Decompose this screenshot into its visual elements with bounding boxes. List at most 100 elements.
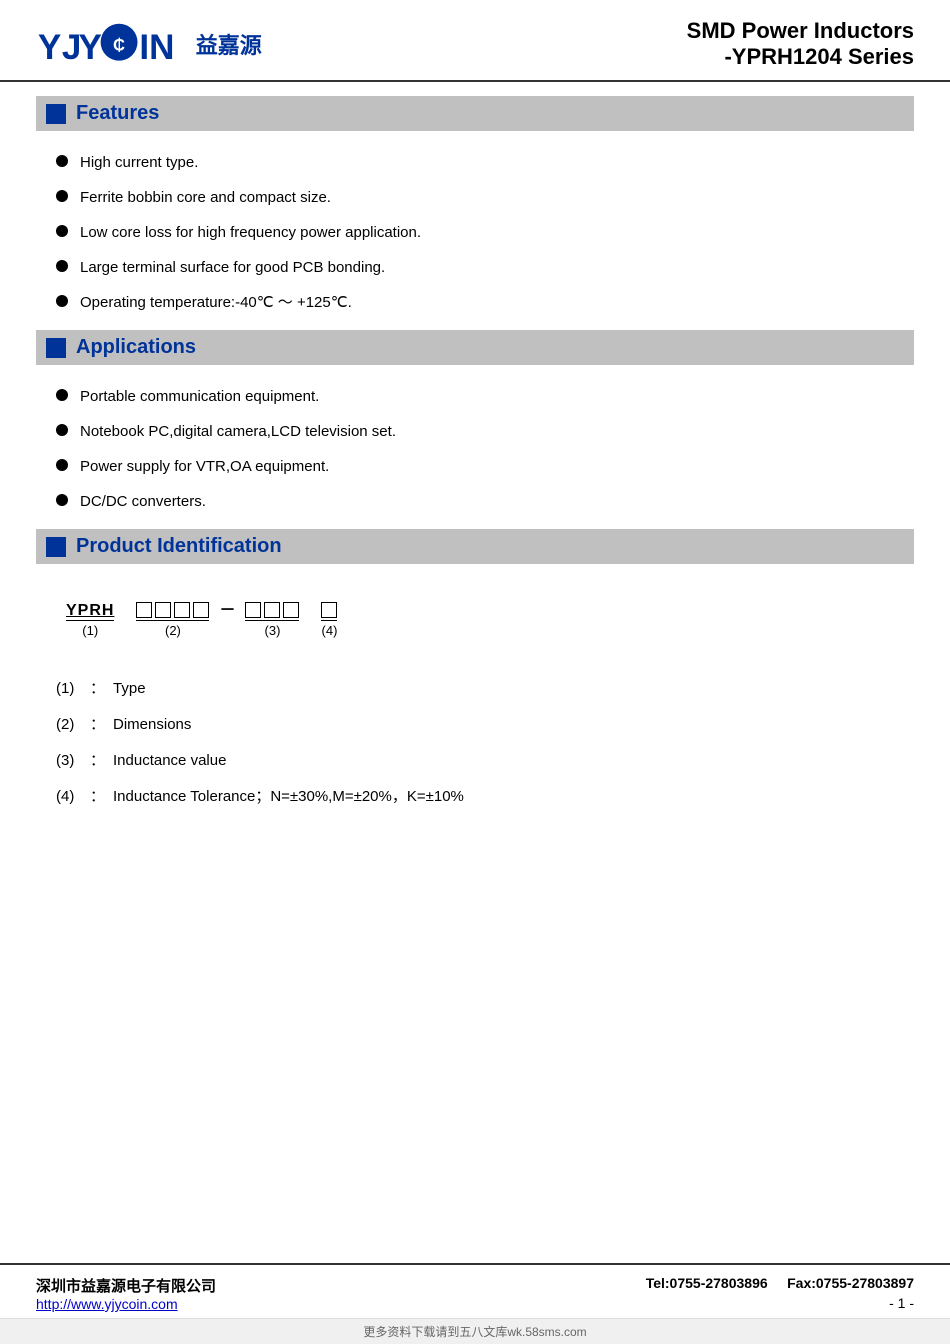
bullet-dot [56,295,68,307]
pid-detail-num-4: (4) [56,782,90,812]
svg-text:₵: ₵ [113,35,125,54]
footer-fax: Fax:0755-27803897 [787,1275,914,1291]
list-item: DC/DC converters. [36,484,914,519]
applications-item-2: Notebook PC,digital camera,LCD televisio… [80,421,396,442]
logo-cn: 益嘉源 [196,28,262,60]
pid-box [321,602,337,618]
pid-label-4: (4) [322,623,338,638]
pid-box [245,602,261,618]
bullet-dot [56,260,68,272]
header-title-sub: -YPRH1204 Series [687,44,914,70]
pid-segment-4: (4) [321,602,337,638]
product-id-section-icon [46,537,66,557]
watermark-bar: 更多资料下载请到五八文库wk.58sms.com [0,1318,950,1344]
applications-item-4: DC/DC converters. [80,491,206,512]
pid-detail-colon-3: ： [90,746,105,776]
pid-detail-row-1: (1) ： Type [56,674,894,704]
footer-company: 深圳市益嘉源电子有限公司 [36,1275,216,1296]
pid-detail-desc-4: Inductance Tolerance；N=±30%,M=±20%，K=±10… [113,782,464,812]
pid-detail-colon-4: ： [90,782,105,812]
footer: 深圳市益嘉源电子有限公司 http://www.yjycoin.com Tel:… [0,1263,950,1318]
applications-section-header: Applications [36,330,914,365]
features-item-5: Operating temperature:-40℃ ～ +125℃. [80,292,352,313]
features-item-1: High current type. [80,152,198,173]
header-title: SMD Power Inductors -YPRH1204 Series [687,18,914,70]
applications-section-title: Applications [76,336,196,359]
pid-detail-desc-1: Type [113,674,146,704]
footer-page: - 1 - [646,1295,914,1311]
features-section-header: Features [36,96,914,131]
pid-prefix: YPRH [66,602,114,621]
pid-segment-2: (2) [136,602,209,638]
pid-box [174,602,190,618]
main-content: Features High current type. Ferrite bobb… [0,82,950,1263]
list-item: Portable communication equipment. [36,379,914,414]
product-id-section-title: Product Identification [76,535,282,558]
applications-item-1: Portable communication equipment. [80,386,319,407]
footer-url[interactable]: http://www.yjycoin.com [36,1296,216,1312]
pid-detail-num-1: (1) [56,674,90,704]
pid-label-3: (3) [265,623,281,638]
footer-right: Tel:0755-27803896 Fax:0755-27803897 - 1 … [646,1275,914,1311]
pid-label-1: (1) [82,623,98,638]
page-wrapper: Y J Y ₵ IN 益嘉源 SMD Power Inductors -YPRH… [0,0,950,1344]
svg-text:Y: Y [38,28,61,67]
pid-detail-colon-1: ： [90,674,105,704]
pid-diagram-row: YPRH (1) (2) － [56,596,894,638]
product-id-diagram: YPRH (1) (2) － [36,578,914,654]
pid-box [136,602,152,618]
pid-box [193,602,209,618]
pid-boxes-1 [321,602,337,621]
pid-detail-row-2: (2) ： Dimensions [56,710,894,740]
pid-detail-num-3: (3) [56,746,90,776]
list-item: Operating temperature:-40℃ ～ +125℃. [36,285,914,320]
header: Y J Y ₵ IN 益嘉源 SMD Power Inductors -YPRH… [0,0,950,82]
svg-text:IN: IN [139,28,174,67]
pid-detail-colon-2: ： [90,710,105,740]
pid-detail-desc-3: Inductance value [113,746,226,776]
pid-boxes-4 [136,602,209,621]
bullet-dot [56,190,68,202]
logo-area: Y J Y ₵ IN 益嘉源 [36,20,262,68]
bullet-dot [56,389,68,401]
header-title-main: SMD Power Inductors [687,18,914,44]
features-list: High current type. Ferrite bobbin core a… [36,145,914,320]
svg-text:Y: Y [78,28,101,67]
pid-detail-row-4: (4) ： Inductance Tolerance；N=±30%,M=±20%… [56,782,894,812]
bullet-dot [56,424,68,436]
bullet-dot [56,225,68,237]
features-item-2: Ferrite bobbin core and compact size. [80,187,331,208]
pid-detail-desc-2: Dimensions [113,710,191,740]
pid-detail-num-2: (2) [56,710,90,740]
watermark-text: 更多资料下载请到五八文库wk.58sms.com [363,1325,586,1339]
applications-list: Portable communication equipment. Notebo… [36,379,914,519]
features-item-4: Large terminal surface for good PCB bond… [80,257,385,278]
product-id-details: (1) ： Type (2) ： Dimensions (3) ： Induct… [36,664,914,828]
list-item: High current type. [36,145,914,180]
pid-boxes-3 [245,602,299,621]
pid-box [283,602,299,618]
bullet-dot [56,459,68,471]
features-section-title: Features [76,102,159,125]
list-item: Notebook PC,digital camera,LCD televisio… [36,414,914,449]
logo-svg: Y J Y ₵ IN [36,20,184,68]
list-item: Large terminal surface for good PCB bond… [36,250,914,285]
list-item: Ferrite bobbin core and compact size. [36,180,914,215]
pid-dash: － [219,596,235,620]
pid-box [264,602,280,618]
pid-segment-3: (3) [245,602,299,638]
pid-box [155,602,171,618]
bullet-dot [56,494,68,506]
list-item: Low core loss for high frequency power a… [36,215,914,250]
pid-detail-row-3: (3) ： Inductance value [56,746,894,776]
pid-label-2: (2) [165,623,181,638]
footer-tel: Tel:0755-27803896 [646,1275,768,1291]
product-id-section-header: Product Identification [36,529,914,564]
features-item-3: Low core loss for high frequency power a… [80,222,421,243]
bullet-dot [56,155,68,167]
footer-left: 深圳市益嘉源电子有限公司 http://www.yjycoin.com [36,1275,216,1312]
applications-section-icon [46,338,66,358]
pid-segment-1: YPRH (1) [66,602,114,638]
features-section-icon [46,104,66,124]
footer-contact: Tel:0755-27803896 Fax:0755-27803897 [646,1275,914,1291]
